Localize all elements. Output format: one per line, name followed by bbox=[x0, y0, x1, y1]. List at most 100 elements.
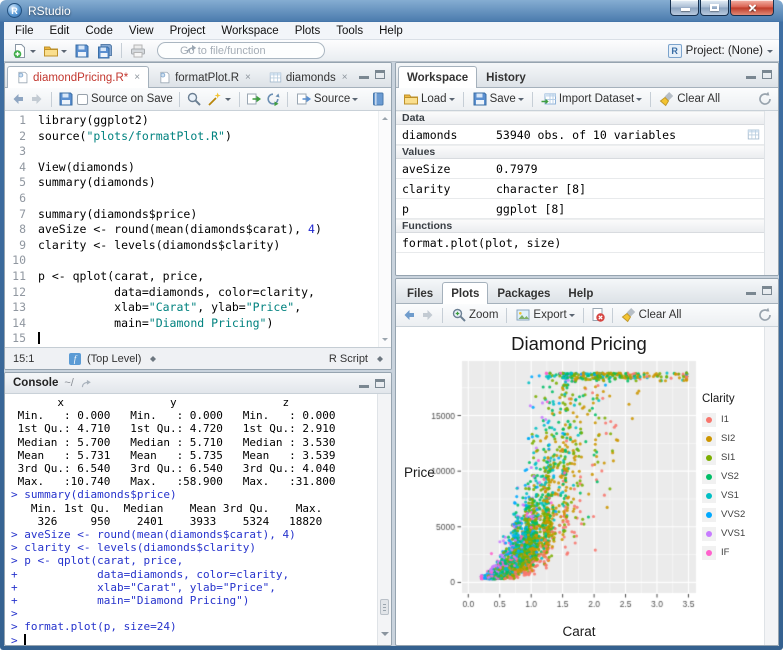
editor-tab-diamondpricingr[interactable]: diamondPricing.R*× bbox=[7, 66, 149, 88]
save-icon[interactable] bbox=[58, 91, 74, 107]
view-data-icon[interactable] bbox=[747, 128, 760, 141]
minimize-button[interactable] bbox=[670, 0, 699, 16]
print-button[interactable] bbox=[128, 42, 148, 60]
goto-file-input[interactable] bbox=[157, 42, 325, 59]
menu-edit[interactable]: Edit bbox=[42, 23, 78, 39]
load-caret[interactable] bbox=[449, 98, 455, 104]
close-icon[interactable]: × bbox=[134, 72, 140, 83]
menu-code[interactable]: Code bbox=[77, 23, 121, 39]
export-plot-button[interactable]: Export bbox=[513, 306, 576, 324]
code-line: library(ggplot2) bbox=[38, 113, 377, 129]
menu-workspace[interactable]: Workspace bbox=[213, 23, 286, 39]
menu-plots[interactable]: Plots bbox=[287, 23, 329, 39]
legend-dot bbox=[706, 550, 712, 556]
maximize-button[interactable] bbox=[700, 0, 729, 16]
object-row-clarity[interactable]: claritycharacter [8] bbox=[396, 179, 764, 199]
tab-files[interactable]: Files bbox=[398, 282, 442, 304]
editor-scrollbar[interactable] bbox=[378, 111, 391, 347]
remove-plot-icon[interactable] bbox=[590, 307, 606, 323]
plot-legend: ClarityI1SI2SI1VS2VS1VVS2VVS1IF bbox=[702, 393, 745, 562]
source-on-save-checkbox[interactable] bbox=[77, 94, 88, 105]
menu-help[interactable]: Help bbox=[371, 23, 411, 39]
console-output[interactable]: x y z Min. : 0.000 Min. : 0.000 Min. : 0… bbox=[5, 394, 377, 645]
main-toolbar: R Project: (None) bbox=[4, 40, 779, 62]
goto-directory-icon[interactable] bbox=[80, 377, 93, 390]
console-line: Max. :10.740 Max. :58.900 Max. :31.800 bbox=[11, 475, 377, 488]
clear-all-plots-button[interactable]: Clear All bbox=[619, 306, 684, 324]
object-row-diamonds[interactable]: diamonds53940 obs. of 10 variables bbox=[396, 125, 764, 145]
object-value: 0.7979 bbox=[496, 162, 764, 176]
pane-minimize-icon[interactable] bbox=[746, 70, 756, 79]
source-button[interactable]: Source bbox=[294, 90, 360, 108]
new-file-button[interactable] bbox=[10, 42, 38, 60]
run-icon[interactable] bbox=[246, 91, 262, 107]
save-caret[interactable] bbox=[518, 98, 524, 104]
new-file-caret[interactable] bbox=[30, 50, 36, 56]
import-caret[interactable] bbox=[636, 98, 642, 104]
object-row-p[interactable]: pggplot [8] bbox=[396, 199, 764, 219]
tab-plots[interactable]: Plots bbox=[442, 282, 488, 304]
menu-file[interactable]: File bbox=[7, 23, 42, 39]
scrollbar-thumb[interactable] bbox=[380, 599, 389, 615]
code-text[interactable]: library(ggplot2)source("plots/formatPlot… bbox=[38, 113, 377, 347]
tab-help[interactable]: Help bbox=[559, 282, 602, 304]
zoom-plot-button[interactable]: Zoom bbox=[449, 306, 500, 324]
rerun-icon[interactable] bbox=[265, 91, 281, 107]
open-file-button[interactable] bbox=[41, 42, 69, 60]
object-row-aveSize[interactable]: aveSize0.7979 bbox=[396, 159, 764, 179]
next-plot-icon[interactable] bbox=[420, 307, 436, 323]
console-scrollbar[interactable] bbox=[377, 394, 391, 645]
scope-selector[interactable]: (Top Level) bbox=[87, 353, 141, 365]
previous-plot-icon[interactable] bbox=[401, 307, 417, 323]
tab-label: diamonds bbox=[286, 72, 336, 84]
workspace-scrollbar[interactable] bbox=[764, 111, 778, 275]
pane-minimize-icon[interactable] bbox=[359, 70, 369, 79]
project-selector[interactable]: R Project: (None) bbox=[668, 44, 773, 58]
editor-tab-formatplotr[interactable]: formatPlot.R× bbox=[149, 66, 260, 88]
refresh-icon[interactable] bbox=[757, 307, 773, 323]
pane-minimize-icon[interactable] bbox=[359, 379, 369, 388]
tab-workspace[interactable]: Workspace bbox=[398, 66, 477, 88]
pane-maximize-icon[interactable] bbox=[762, 286, 772, 295]
tab-packages[interactable]: Packages bbox=[488, 282, 559, 304]
source-caret[interactable] bbox=[352, 98, 358, 104]
save-button[interactable] bbox=[72, 42, 92, 60]
titlebar[interactable]: R RStudio bbox=[0, 0, 783, 22]
import-dataset-button[interactable]: Import Dataset bbox=[539, 90, 644, 108]
save-all-button[interactable] bbox=[95, 42, 115, 60]
load-workspace-button[interactable]: Load bbox=[401, 90, 457, 108]
code-tools-button[interactable] bbox=[205, 90, 233, 108]
pane-maximize-icon[interactable] bbox=[375, 70, 385, 79]
editor-tab-diamonds[interactable]: diamonds × bbox=[260, 66, 357, 88]
pane-minimize-icon[interactable] bbox=[746, 286, 756, 295]
workspace-toolbar: Load Save Import Dataset Clear All bbox=[396, 88, 778, 111]
refresh-icon[interactable] bbox=[757, 91, 773, 107]
save-workspace-button[interactable]: Save bbox=[470, 90, 526, 108]
menu-view[interactable]: View bbox=[121, 23, 162, 39]
code-tools-caret[interactable] bbox=[225, 98, 231, 104]
close-button[interactable] bbox=[730, 0, 774, 16]
legend-dot bbox=[706, 512, 712, 518]
pane-maximize-icon[interactable] bbox=[375, 379, 385, 388]
plots-scrollbar[interactable] bbox=[764, 327, 778, 645]
forward-icon[interactable] bbox=[29, 91, 45, 107]
file-type-selector[interactable]: R Script bbox=[329, 353, 368, 365]
open-file-caret[interactable] bbox=[61, 50, 67, 56]
tab-history[interactable]: History bbox=[477, 66, 535, 88]
export-caret[interactable] bbox=[569, 314, 575, 320]
clear-all-button[interactable]: Clear All bbox=[657, 90, 722, 108]
code-line: summary(diamonds) bbox=[38, 175, 377, 191]
find-icon[interactable] bbox=[186, 91, 202, 107]
close-icon[interactable]: × bbox=[342, 72, 348, 83]
pane-maximize-icon[interactable] bbox=[762, 70, 772, 79]
menu-tools[interactable]: Tools bbox=[328, 23, 371, 39]
object-row-function[interactable]: format.plot(plot, size) bbox=[396, 233, 764, 253]
code-line: p <- qplot(carat, price, bbox=[38, 269, 377, 285]
menu-project[interactable]: Project bbox=[162, 23, 214, 39]
scope-updown-icon bbox=[150, 353, 156, 365]
back-icon[interactable] bbox=[10, 91, 26, 107]
close-icon[interactable]: × bbox=[245, 72, 251, 83]
code-editor[interactable]: 123456789101112131415 library(ggplot2)so… bbox=[5, 111, 391, 347]
scroll-down-icon[interactable] bbox=[381, 632, 389, 640]
compile-notebook-icon[interactable] bbox=[370, 91, 386, 107]
